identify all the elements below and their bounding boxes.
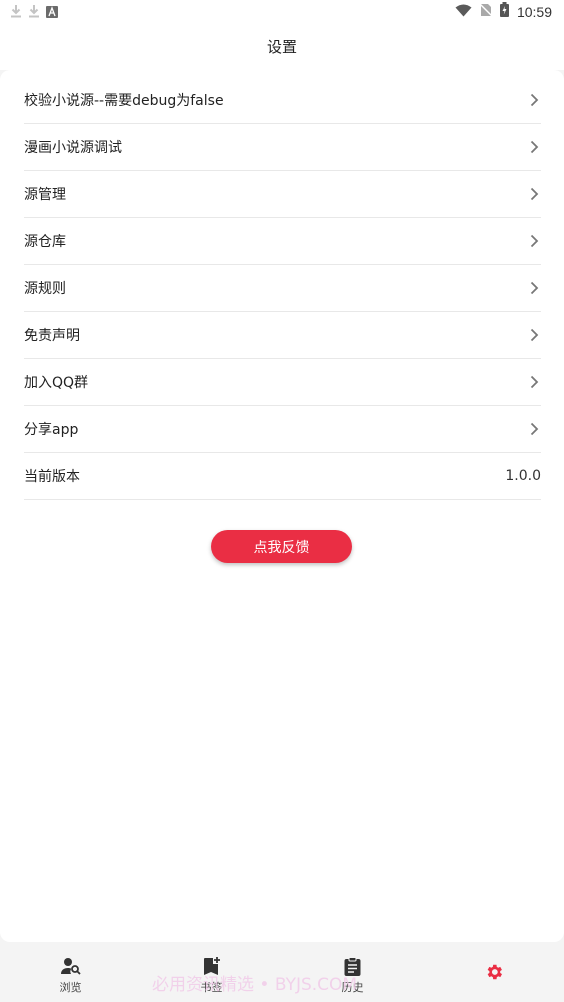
download-icon xyxy=(10,3,22,22)
status-bar: 10:59 xyxy=(0,0,564,24)
settings-item-source-repo[interactable]: 源仓库 xyxy=(24,218,541,265)
page-title: 设置 xyxy=(266,38,297,56)
nav-item-settings[interactable] xyxy=(423,942,564,1002)
battery-charging-icon xyxy=(499,2,509,21)
settings-item-label: 免责声明 xyxy=(24,328,80,344)
settings-item-comic-debug[interactable]: 漫画小说源调试 xyxy=(24,124,541,171)
chevron-right-icon xyxy=(527,93,541,107)
settings-card: 校验小说源--需要debug为false 漫画小说源调试 源管理 源仓库 源规则… xyxy=(0,70,564,942)
settings-item-label: 源管理 xyxy=(24,187,66,203)
settings-item-disclaimer[interactable]: 免责声明 xyxy=(24,312,541,359)
nav-item-history[interactable]: 历史 xyxy=(282,942,423,1002)
bookmark-add-icon xyxy=(202,956,222,976)
settings-item-label: 源规则 xyxy=(24,281,66,297)
settings-item-validate-source[interactable]: 校验小说源--需要debug为false xyxy=(24,77,541,124)
settings-item-label: 当前版本 xyxy=(24,469,80,485)
settings-item-join-qq[interactable]: 加入QQ群 xyxy=(24,359,541,406)
settings-item-share-app[interactable]: 分享app xyxy=(24,406,541,453)
nav-item-browse[interactable]: 浏览 xyxy=(0,942,141,1002)
bottom-nav: 浏览 书签 历史 xyxy=(0,942,564,1002)
chevron-right-icon xyxy=(527,328,541,342)
nav-label: 浏览 xyxy=(59,981,82,994)
chevron-right-icon xyxy=(527,281,541,295)
status-right-icons: 10:59 xyxy=(455,2,552,21)
font-a-icon xyxy=(46,3,58,22)
nav-item-bookmarks[interactable]: 书签 xyxy=(141,942,282,1002)
chevron-right-icon xyxy=(527,234,541,248)
nav-label: 历史 xyxy=(341,981,364,994)
chevron-right-icon xyxy=(527,375,541,389)
settings-item-source-rules[interactable]: 源规则 xyxy=(24,265,541,312)
settings-item-label: 源仓库 xyxy=(24,234,66,250)
settings-item-label: 加入QQ群 xyxy=(24,375,89,391)
version-value: 1.0.0 xyxy=(505,468,541,484)
gear-icon xyxy=(484,962,504,982)
clipboard-icon xyxy=(343,956,363,976)
settings-item-source-manage[interactable]: 源管理 xyxy=(24,171,541,218)
status-left-icons xyxy=(10,3,58,22)
download-icon xyxy=(28,3,40,22)
settings-list: 校验小说源--需要debug为false 漫画小说源调试 源管理 源仓库 源规则… xyxy=(24,77,541,500)
chevron-right-icon xyxy=(527,187,541,201)
wifi-icon xyxy=(455,2,472,21)
settings-item-label: 分享app xyxy=(24,422,79,438)
chevron-right-icon xyxy=(527,140,541,154)
no-sim-icon xyxy=(479,2,493,21)
status-time: 10:59 xyxy=(516,3,552,20)
chevron-right-icon xyxy=(527,422,541,436)
settings-item-version: 当前版本 1.0.0 xyxy=(24,453,541,500)
feedback-button[interactable]: 点我反馈 xyxy=(211,530,352,563)
person-search-icon xyxy=(60,956,81,976)
top-app-bar: 设置 xyxy=(0,24,564,70)
nav-label: 书签 xyxy=(200,981,223,994)
settings-item-label: 漫画小说源调试 xyxy=(24,140,122,156)
settings-item-label: 校验小说源--需要debug为false xyxy=(24,93,224,109)
